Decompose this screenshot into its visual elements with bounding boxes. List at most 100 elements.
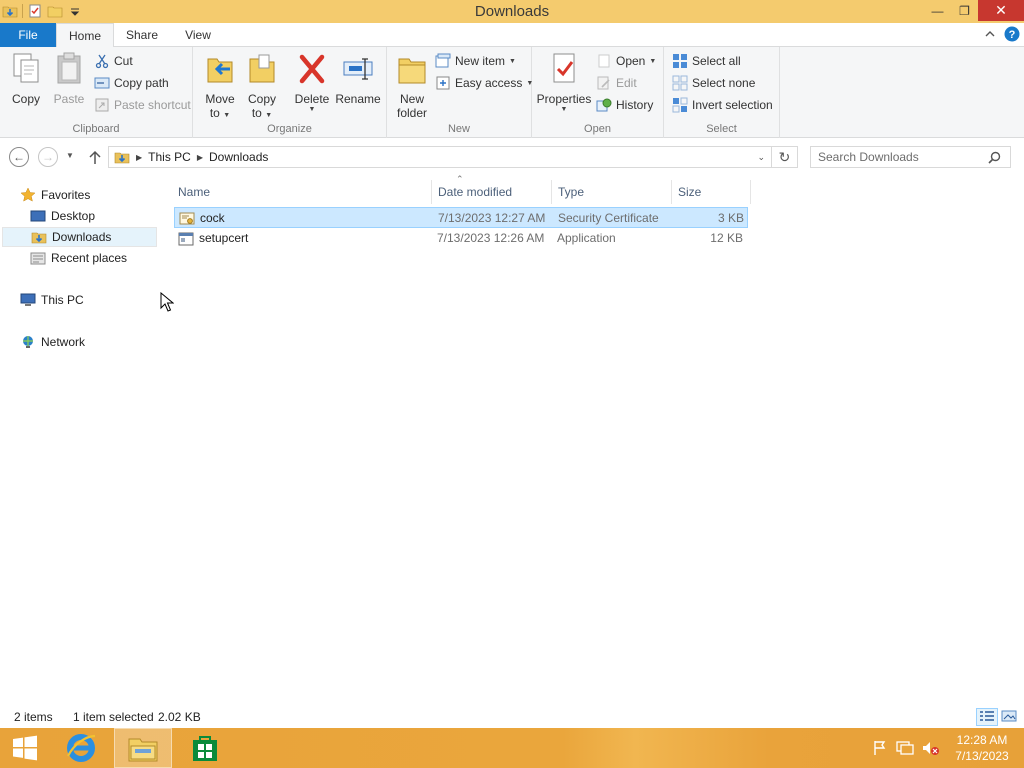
taskbar-internet-explorer[interactable] [52,728,110,768]
tab-view[interactable]: View [176,23,220,47]
copy-to-icon [249,54,275,83]
refresh-button[interactable]: ↻ [772,146,798,168]
maximize-button[interactable]: ❐ [951,0,978,21]
new-folder-button[interactable]: New folder [393,51,431,120]
cut-label: Cut [114,54,133,68]
breadcrumb-separator-icon[interactable]: ▶ [197,153,203,162]
column-header-name[interactable]: Name [174,180,432,204]
properties-label: Properties [536,92,592,106]
breadcrumb-separator-icon[interactable]: ▶ [136,153,142,162]
move-to-label-2-text: to [209,106,220,120]
new-group-label: New [447,123,470,135]
tab-home[interactable]: Home [56,23,114,48]
new-item-button[interactable]: New item ▼ [435,51,516,71]
chevron-up-icon[interactable] [984,28,996,40]
easy-access-button[interactable]: Easy access ▼ [435,73,533,93]
up-arrow-icon[interactable] [88,149,102,165]
large-icons-view-icon [1001,710,1017,722]
move-to-label-2: to ▼ [201,106,239,120]
move-to-icon [207,58,233,83]
star-icon [20,187,36,202]
file-name-cell: setupcert [178,228,248,249]
clock[interactable]: 12:28 AM 7/13/2023 [948,732,1016,764]
taskbar-file-explorer[interactable] [114,728,172,768]
internet-explorer-icon [67,734,96,762]
help-icon[interactable]: ? [1004,26,1020,42]
tab-file[interactable]: File [0,23,56,47]
select-none-button[interactable]: Select none [672,73,755,93]
select-all-button[interactable]: Select all [672,51,741,71]
table-row[interactable]: cock 7/13/2023 12:27 AM Security Certifi… [174,207,748,228]
address-bar[interactable]: ▶ This PC ▶ Downloads ⌄ [108,146,772,168]
history-button[interactable]: History [596,95,653,115]
file-size: 12 KB [710,231,743,245]
search-icon[interactable] [988,151,1001,164]
search-input[interactable] [818,150,988,164]
nav-favorites[interactable]: Favorites [20,185,150,205]
nav-this-pc-label: This PC [41,293,84,307]
move-to-button[interactable]: Move to ▼ [201,51,239,120]
nav-downloads-label: Downloads [52,230,112,244]
taskbar-store[interactable] [176,728,234,768]
minimize-button[interactable]: — [924,0,951,21]
rename-button[interactable]: Rename [335,51,381,106]
nav-downloads[interactable]: Downloads [2,227,157,247]
network-tray-icon[interactable] [896,740,914,756]
details-view-button[interactable] [976,708,998,726]
arrow-right-icon: → [42,150,54,164]
file-date: 7/13/2023 12:26 AM [437,231,545,245]
column-header-type[interactable]: Type [554,180,672,204]
nav-desktop[interactable]: Desktop [30,206,150,226]
status-bar: 2 items 1 item selected 2.02 KB [0,706,1024,728]
desktop-icon [30,210,46,222]
open-icon [598,54,610,68]
volume-muted-icon[interactable] [922,740,940,756]
breadcrumb-this-pc[interactable]: This PC [148,150,191,164]
start-button[interactable] [0,728,50,768]
certificate-icon [179,212,195,225]
tab-share[interactable]: Share [118,23,166,47]
nav-this-pc[interactable]: This PC [20,290,150,310]
new-folder-label: New [399,92,424,106]
properties-button[interactable]: Properties ▼ [536,51,592,113]
easy-access-label: Easy access [455,76,523,90]
copy-to-label-2-text: to [251,106,262,120]
recent-places-icon [30,252,46,265]
cut-button[interactable]: Cut [94,51,133,71]
invert-selection-button[interactable]: Invert selection [672,95,773,115]
forward-button[interactable]: → [38,147,58,167]
organize-group: Move to ▼ Copy to ▼ Delete ▼ Rename Orga… [193,47,387,138]
nav-network-label: Network [41,335,86,349]
back-button[interactable]: ← [9,147,29,167]
new-item-icon [435,53,451,68]
search-box[interactable] [810,146,1011,168]
paste-shortcut-button[interactable]: Paste shortcut [94,95,191,115]
close-button[interactable]: ✕ [978,0,1024,21]
file-name: setupcert [199,231,249,245]
large-icons-view-button[interactable] [998,708,1020,726]
clock-date: 7/13/2023 [955,749,1009,763]
column-header-size[interactable]: Size [674,180,751,204]
nav-recent-places[interactable]: Recent places [30,248,150,268]
copy-to-button[interactable]: Copy to ▼ [243,51,281,120]
paste-button[interactable]: Paste [50,51,88,106]
scissors-icon [95,54,109,69]
table-row[interactable]: setupcert 7/13/2023 12:26 AM Application… [174,228,748,249]
file-explorer-icon [128,738,158,762]
delete-button[interactable]: Delete ▼ [291,51,333,113]
copy-path-button[interactable]: Copy path [94,73,169,93]
column-header-date-modified[interactable]: Date modified [434,180,552,204]
copy-button[interactable]: Copy [6,51,46,106]
edit-button[interactable]: Edit [596,73,637,93]
breadcrumb-downloads[interactable]: Downloads [209,150,268,164]
copy-label: Copy [11,92,40,106]
open-button[interactable]: Open ▼ [596,51,656,71]
paste-label: Paste [53,92,85,106]
nav-network[interactable]: Network [20,332,150,352]
history-label: History [616,98,654,112]
address-dropdown-icon[interactable]: ⌄ [757,152,765,163]
recent-locations-dropdown[interactable]: ▼ [66,151,74,160]
select-all-icon [673,54,687,68]
delete-label: Delete [294,92,330,106]
action-center-flag-icon[interactable] [872,740,888,756]
